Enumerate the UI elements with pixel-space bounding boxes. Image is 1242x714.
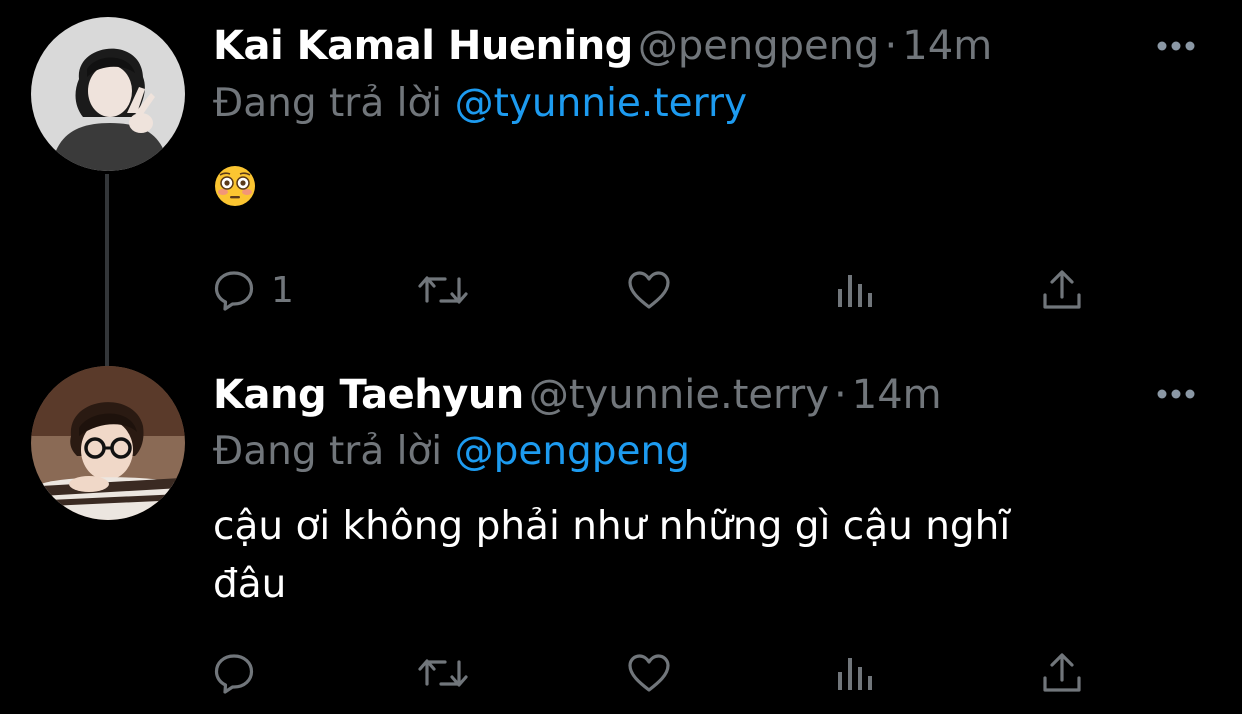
views-button[interactable]: [833, 648, 879, 698]
more-icon[interactable]: [1154, 24, 1198, 68]
user-handle[interactable]: @tyunnie.terry: [529, 372, 829, 418]
more-icon[interactable]: [1154, 372, 1198, 416]
avatar[interactable]: [31, 17, 185, 171]
views-button[interactable]: [833, 265, 879, 315]
reply-button[interactable]: [213, 648, 271, 698]
like-icon: [626, 267, 672, 313]
reply-icon: [213, 650, 259, 696]
replying-to-mention[interactable]: @pengpeng: [455, 429, 690, 474]
reply-button[interactable]: 1: [213, 265, 294, 315]
tweet-text-line: đâu: [213, 562, 287, 607]
retweet-button[interactable]: [415, 265, 471, 315]
views-icon: [833, 650, 879, 696]
retweet-button[interactable]: [415, 648, 471, 698]
replying-to: Đang trả lời @pengpeng: [213, 424, 690, 480]
retweet-icon: [415, 650, 471, 696]
timestamp[interactable]: 14m: [902, 23, 992, 69]
tweet[interactable]: Kai Kamal Huening @pengpeng · 14m Đang t…: [0, 0, 1242, 366]
tweet-actions: 1: [213, 265, 1113, 315]
avatar[interactable]: [31, 366, 185, 520]
timestamp[interactable]: 14m: [852, 372, 942, 418]
share-icon: [1039, 267, 1085, 313]
share-button[interactable]: [1039, 648, 1085, 698]
tweet-text-line: cậu ơi không phải như những gì cậu nghĩ: [213, 504, 1011, 549]
share-button[interactable]: [1039, 265, 1085, 315]
tweet-header: Kai Kamal Huening @pengpeng · 14m: [213, 16, 992, 76]
replying-to-label: Đang trả lời: [213, 429, 443, 474]
reply-count: 1: [271, 269, 294, 311]
tweet[interactable]: Kang Taehyun @tyunnie.terry · 14m Đang t…: [0, 350, 1242, 714]
tweet-actions: [213, 648, 1113, 698]
display-name[interactable]: Kai Kamal Huening: [213, 23, 633, 69]
tweet-body: [213, 164, 1173, 225]
flushed-face-emoji: [213, 164, 257, 208]
user-handle[interactable]: @pengpeng: [638, 23, 879, 69]
views-icon: [833, 267, 879, 313]
tweet-header: Kang Taehyun @tyunnie.terry · 14m: [213, 365, 942, 425]
reply-icon: [213, 267, 259, 313]
replying-to-mention[interactable]: @tyunnie.terry: [455, 81, 748, 126]
display-name[interactable]: Kang Taehyun: [213, 372, 524, 418]
like-icon: [626, 650, 672, 696]
tweet-body: cậu ơi không phải như những gì cậu nghĩ …: [213, 498, 1173, 614]
share-icon: [1039, 650, 1085, 696]
replying-to: Đang trả lời @tyunnie.terry: [213, 76, 747, 132]
separator-dot: ·: [884, 23, 898, 69]
like-button[interactable]: [626, 648, 672, 698]
like-button[interactable]: [626, 265, 672, 315]
separator-dot: ·: [833, 372, 847, 418]
retweet-icon: [415, 267, 471, 313]
thread-connector: [105, 174, 109, 366]
replying-to-label: Đang trả lời: [213, 81, 443, 126]
